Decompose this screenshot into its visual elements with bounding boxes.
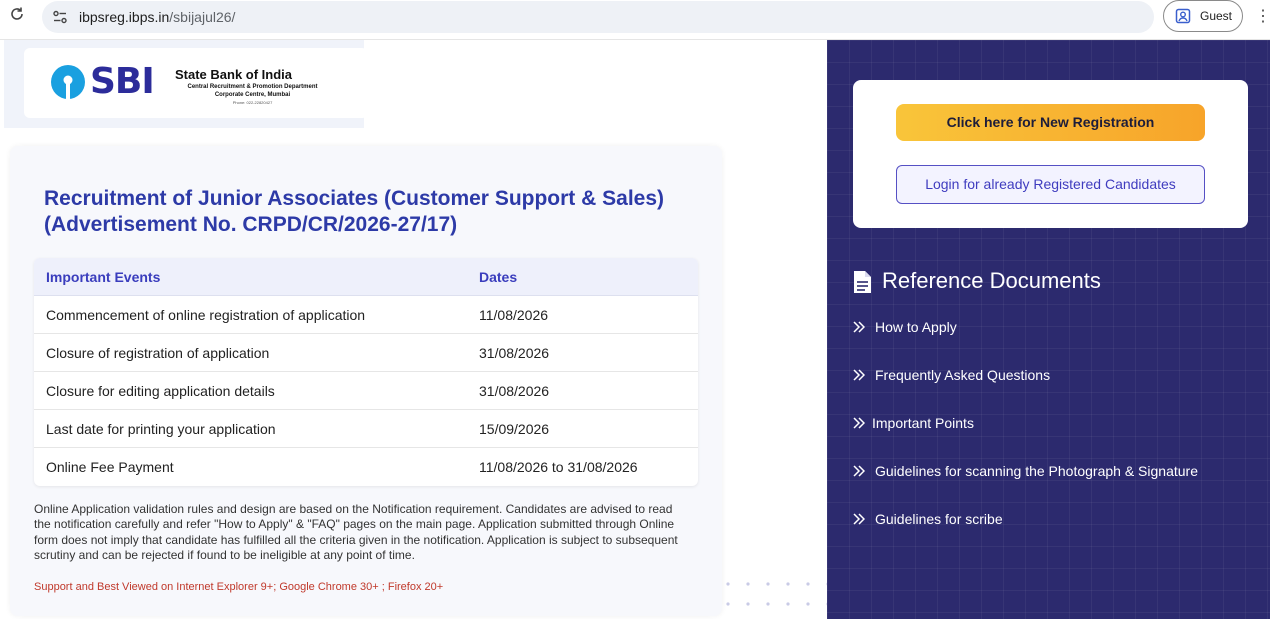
double-chevron-right-icon [853,320,866,334]
event-cell: Closure of registration of application [46,345,270,361]
registration-card: Click here for New Registration Login fo… [853,80,1248,228]
main-content: SBI State Bank of India Central Recruitm… [0,40,870,619]
sbi-logo-text: SBI [90,61,155,102]
profile-label: Guest [1200,9,1233,23]
login-button[interactable]: Login for already Registered Candidates [896,165,1205,204]
column-header-events: Important Events [46,269,161,285]
double-chevron-right-icon [853,368,866,382]
new-registration-button[interactable]: Click here for New Registration [896,104,1205,141]
event-cell: Last date for printing your application [46,421,276,437]
reference-item-how-to-apply[interactable]: How to Apply [853,318,1253,338]
double-chevron-right-icon [853,512,866,526]
event-cell: Closure for editing application details [46,383,275,399]
reference-item-label[interactable]: Frequently Asked Questions [875,367,1050,383]
reference-item-faq[interactable]: Frequently Asked Questions [853,366,1253,386]
table-row: Closure of registration of application 3… [34,334,698,372]
reference-item-photo-guidelines[interactable]: Guidelines for scanning the Photograph &… [853,462,1253,482]
event-cell: Commencement of online registration of a… [46,307,366,323]
sbi-logo: SBI State Bank of India Central Recruitm… [24,48,368,118]
reference-item-label[interactable]: Important Points [872,415,974,431]
date-cell: 11/08/2026 [479,307,549,323]
important-events-table: Important Events Dates Commencement of o… [34,258,698,486]
logo-band: SBI State Bank of India Central Recruitm… [4,40,368,128]
reference-item-scribe-guidelines[interactable]: Guidelines for scribe [853,510,1253,530]
table-row: Last date for printing your application … [34,410,698,448]
sidebar: Click here for New Registration Login fo… [827,40,1270,619]
table-row: Closure for editing application details … [34,372,698,410]
office-location: Corporate Centre, Mumbai [214,92,291,98]
url-host: ibpsreg.ibps.in [79,9,170,25]
department-name: Central Recruitment & Promotion Departme… [187,84,318,90]
profile-button[interactable]: Guest [1163,0,1243,32]
date-cell: 31/08/2026 [479,345,550,361]
document-icon [853,270,872,294]
url-text: ibpsreg.ibps.in/sbijajul26/ [79,9,235,25]
date-cell: 31/08/2026 [479,383,550,399]
page-title: Recruitment of Junior Associates (Custom… [44,187,665,236]
date-cell: 11/08/2026 to 31/08/2026 [479,459,638,475]
reference-item-label[interactable]: Guidelines for scanning the Photograph &… [875,463,1198,479]
event-cell: Online Fee Payment [46,459,174,475]
kebab-menu-icon[interactable]: ⋮ [1255,6,1270,28]
reference-item-label[interactable]: How to Apply [875,319,957,335]
site-info-icon[interactable] [52,9,68,25]
bank-name: State Bank of India [175,67,293,82]
table-row: Online Fee Payment 11/08/2026 to 31/08/2… [34,448,698,486]
date-cell: 15/09/2026 [479,421,550,437]
column-header-dates: Dates [479,269,518,285]
table-header: Important Events Dates [34,258,698,296]
address-bar[interactable]: ibpsreg.ibps.in/sbijajul26/ [42,1,1154,33]
browser-support-note: Support and Best Viewed on Internet Expl… [34,581,444,593]
reference-documents-title: Reference Documents [882,268,1101,293]
url-path: /sbijajul26/ [169,9,236,25]
browser-toolbar: ibpsreg.ibps.in/sbijajul26/ Guest ⋮ [0,0,1270,40]
reference-item-label[interactable]: Guidelines for scribe [875,511,1003,527]
profile-icon [1175,8,1191,24]
sbi-keyhole-icon [50,64,86,100]
office-phone: Phone: 022-22820427 [232,100,273,105]
recruitment-card: Recruitment of Junior Associates (Custom… [10,146,722,616]
double-chevron-right-icon [853,416,866,430]
validation-notice: Online Application validation rules and … [34,502,678,562]
reference-item-important-points[interactable]: Important Points [853,414,1253,434]
table-row: Commencement of online registration of a… [34,296,698,334]
double-chevron-right-icon [853,464,866,478]
reload-icon[interactable] [7,6,27,26]
